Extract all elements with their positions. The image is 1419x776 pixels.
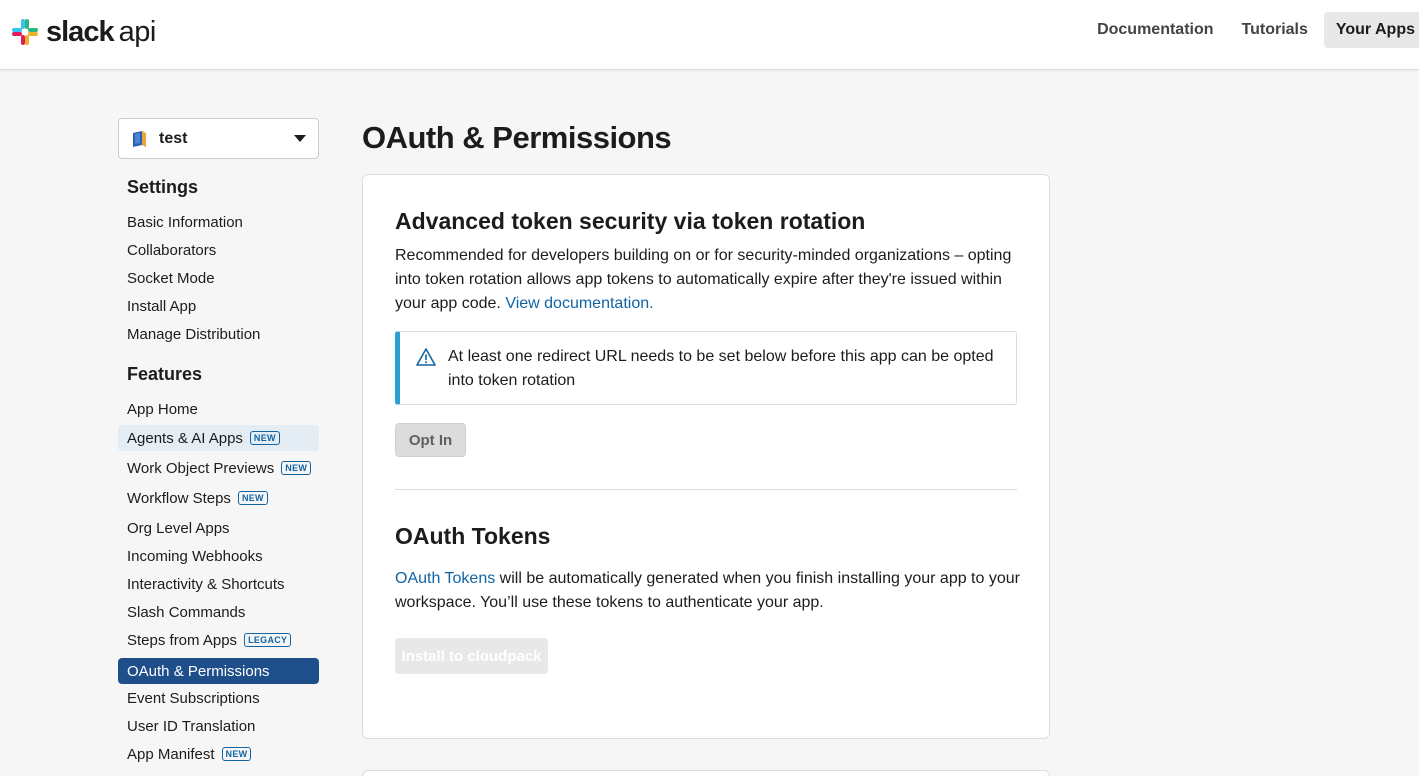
oauth-tokens-description: OAuth Tokens will be automatically gener… [395, 567, 1025, 615]
sidebar-item-slash-commands[interactable]: Slash Commands [118, 599, 319, 625]
sidebar-item-label: OAuth & Permissions [127, 662, 270, 680]
logo-slack-text: slack [46, 15, 115, 48]
nav-tutorials[interactable]: Tutorials [1230, 12, 1320, 48]
sidebar-item-oauth-permissions[interactable]: OAuth & Permissions [118, 658, 319, 684]
sidebar-item-label: Work Object Previews [127, 459, 275, 477]
sidebar-item-org-level-apps[interactable]: Org Level Apps [118, 515, 319, 541]
page-title: OAuth & Permissions [362, 120, 672, 155]
sidebar-item-install-app[interactable]: Install App [118, 293, 319, 319]
sidebar-item-label: App Manifest [127, 745, 215, 763]
legacy-badge: LEGACY [244, 633, 292, 647]
new-badge: NEW [221, 747, 252, 761]
sidebar-item-label: Event Subscriptions [127, 689, 260, 707]
sidebar-item-socket-mode[interactable]: Socket Mode [118, 265, 319, 291]
oauth-tokens-link[interactable]: OAuth Tokens [395, 570, 495, 587]
sidebar-item-label: Workflow Steps [127, 489, 231, 507]
slack-logo-icon [12, 19, 38, 45]
sidebar-item-collaborators[interactable]: Collaborators [118, 237, 319, 263]
token-rotation-text: Recommended for developers building on o… [395, 247, 1012, 312]
sidebar-item-work-object-previews[interactable]: Work Object Previews NEW [118, 455, 319, 481]
sidebar-item-label: Slash Commands [127, 603, 246, 621]
sidebar-item-steps-from-apps[interactable]: Steps from Apps LEGACY [118, 627, 319, 653]
redirect-url-alert: At least one redirect URL needs to be se… [395, 331, 1017, 405]
sidebar-item-label: Interactivity & Shortcuts [127, 575, 285, 593]
new-badge: NEW [249, 431, 280, 445]
sidebar-item-label: App Home [127, 400, 198, 418]
view-documentation-link[interactable]: View documentation. [505, 295, 653, 312]
chevron-down-icon [294, 135, 306, 142]
oauth-card: Advanced token security via token rotati… [362, 174, 1050, 739]
slack-api-logo[interactable]: slack api [10, 16, 156, 48]
nav-documentation[interactable]: Documentation [1085, 12, 1225, 48]
sidebar-item-interactivity-shortcuts[interactable]: Interactivity & Shortcuts [118, 571, 319, 597]
new-badge: NEW [237, 491, 268, 505]
sidebar-item-manage-distribution[interactable]: Manage Distribution [118, 321, 319, 347]
nav-your-apps[interactable]: Your Apps [1323, 12, 1419, 48]
top-nav: Documentation Tutorials Your Apps [1081, 12, 1419, 48]
top-header: slack api Documentation Tutorials Your A… [0, 0, 1419, 70]
sidebar-item-label: Org Level Apps [127, 519, 230, 537]
token-rotation-description: Recommended for developers building on o… [395, 244, 1025, 316]
settings-heading: Settings [127, 177, 199, 197]
oauth-tokens-title: OAuth Tokens [395, 523, 551, 549]
sidebar-item-workflow-steps[interactable]: Workflow Steps NEW [118, 485, 319, 511]
sidebar-item-incoming-webhooks[interactable]: Incoming Webhooks [118, 543, 319, 569]
app-selector-dropdown[interactable]: test [118, 118, 319, 159]
sidebar-item-app-manifest[interactable]: App Manifest NEW [118, 741, 319, 767]
logo-api-text: api [118, 15, 157, 48]
sidebar-item-label: User ID Translation [127, 717, 256, 735]
app-name: test [159, 129, 188, 147]
next-card [362, 770, 1050, 776]
sidebar-item-app-home[interactable]: App Home [118, 396, 319, 422]
sidebar-item-user-id-translation[interactable]: User ID Translation [118, 713, 319, 739]
sidebar-item-label: Steps from Apps [127, 631, 238, 649]
app-book-icon [133, 130, 146, 147]
sidebar-item-agents-ai-apps[interactable]: Agents & AI Apps NEW [118, 425, 319, 451]
alert-message: At least one redirect URL needs to be se… [448, 348, 994, 389]
install-to-workspace-button[interactable]: Install to cloudpack [395, 638, 548, 674]
token-rotation-title: Advanced token security via token rotati… [395, 208, 866, 234]
opt-in-button[interactable]: Opt In [395, 423, 466, 457]
warning-icon [416, 348, 436, 366]
sidebar-item-label: Agents & AI Apps [127, 429, 243, 447]
sidebar-item-basic-information[interactable]: Basic Information [118, 209, 319, 235]
features-heading: Features [127, 364, 203, 384]
sidebar-item-label: Incoming Webhooks [127, 547, 263, 565]
new-badge: NEW [281, 461, 312, 475]
sidebar-item-event-subscriptions[interactable]: Event Subscriptions [118, 685, 319, 711]
section-divider [395, 489, 1017, 490]
